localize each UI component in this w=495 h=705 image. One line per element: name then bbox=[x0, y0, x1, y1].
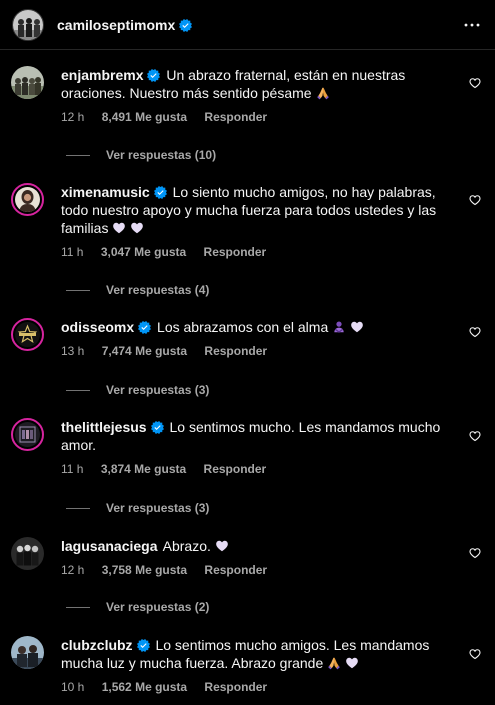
people-hugging-emoji-icon bbox=[332, 320, 346, 334]
verified-badge-icon bbox=[151, 421, 164, 434]
commenter-avatar bbox=[15, 422, 40, 447]
comment-meta: 11 h 3,874 Me gusta Responder bbox=[61, 461, 451, 477]
replies-divider-line bbox=[66, 607, 90, 608]
comment-meta: 12 h 8,491 Me gusta Responder bbox=[61, 109, 451, 125]
comment-text: Abrazo. bbox=[162, 538, 211, 554]
comment-text-block: odisseomx Los abrazamos con el alma bbox=[61, 318, 451, 336]
comment-meta: 11 h 3,047 Me gusta Responder bbox=[61, 244, 451, 260]
like-heart-icon[interactable] bbox=[469, 77, 481, 89]
commenter-avatar[interactable] bbox=[11, 636, 44, 669]
commenter-username-text[interactable]: enjambremx bbox=[61, 67, 143, 83]
white-heart-emoji-icon bbox=[345, 656, 359, 670]
comment-likes[interactable]: 3,047 Me gusta bbox=[101, 245, 186, 259]
commenter-username[interactable]: thelittlejesus bbox=[61, 419, 164, 435]
white-heart-emoji-icon bbox=[112, 221, 126, 235]
white-heart-emoji-icon bbox=[215, 539, 229, 553]
comment-likes[interactable]: 1,562 Me gusta bbox=[102, 680, 187, 694]
verified-badge-icon bbox=[138, 321, 151, 334]
view-replies-label[interactable]: Ver respuestas (3) bbox=[106, 501, 209, 515]
like-heart-icon[interactable] bbox=[469, 326, 481, 338]
comment-body: ximenamusic Lo siento mucho amigos, no h… bbox=[61, 183, 451, 260]
reply-button[interactable]: Responder bbox=[204, 245, 267, 259]
commenter-username-text[interactable]: odisseomx bbox=[61, 319, 134, 335]
comment-meta: 13 h 7,474 Me gusta Responder bbox=[61, 343, 451, 359]
verified-badge-icon bbox=[154, 186, 167, 199]
commenter-username-text[interactable]: ximenamusic bbox=[61, 184, 150, 200]
commenter-avatar-story-ring[interactable] bbox=[11, 183, 44, 216]
view-replies-label[interactable]: Ver respuestas (2) bbox=[106, 600, 209, 614]
commenter-avatar bbox=[15, 322, 40, 347]
comment-meta: 10 h 1,562 Me gusta Responder bbox=[61, 679, 451, 695]
comment-body: clubzclubz Lo sentimos mucho amigos. Les… bbox=[61, 636, 451, 695]
commenter-avatar[interactable] bbox=[11, 537, 44, 570]
post-author-avatar[interactable] bbox=[12, 9, 44, 41]
more-options-icon[interactable] bbox=[463, 16, 481, 34]
comment-body: odisseomx Los abrazamos con el alma 13 h… bbox=[61, 318, 451, 359]
commenter-username[interactable]: lagusanaciega bbox=[61, 538, 158, 554]
folded-hands-emoji-icon bbox=[316, 86, 330, 100]
comment-time[interactable]: 11 h bbox=[61, 462, 83, 476]
white-heart-emoji-icon bbox=[130, 221, 144, 235]
comment-text-block: thelittlejesus Lo sentimos mucho. Les ma… bbox=[61, 418, 451, 454]
commenter-avatar-story-ring[interactable] bbox=[11, 318, 44, 351]
commenter-avatar-story-ring[interactable] bbox=[11, 418, 44, 451]
post-author-username[interactable]: camiloseptimomx bbox=[57, 17, 192, 33]
comment-meta: 12 h 3,758 Me gusta Responder bbox=[61, 562, 451, 578]
reply-button[interactable]: Responder bbox=[204, 462, 267, 476]
verified-badge-icon bbox=[147, 69, 160, 82]
reply-button[interactable]: Responder bbox=[204, 680, 267, 694]
comment-likes[interactable]: 3,758 Me gusta bbox=[102, 563, 187, 577]
reply-button[interactable]: Responder bbox=[204, 344, 267, 358]
view-replies-label[interactable]: Ver respuestas (4) bbox=[106, 283, 209, 297]
comment-likes[interactable]: 3,874 Me gusta bbox=[101, 462, 186, 476]
like-heart-icon[interactable] bbox=[469, 648, 481, 660]
comment-text: Los abrazamos con el alma bbox=[157, 319, 329, 335]
replies-divider-line bbox=[66, 508, 90, 509]
commenter-username-text[interactable]: clubzclubz bbox=[61, 637, 133, 653]
replies-divider-line bbox=[66, 290, 90, 291]
comment-text-block: clubzclubz Lo sentimos mucho amigos. Les… bbox=[61, 636, 451, 672]
commenter-username-text[interactable]: thelittlejesus bbox=[61, 419, 147, 435]
post-header: camiloseptimomx bbox=[0, 0, 495, 50]
commenter-username[interactable]: ximenamusic bbox=[61, 184, 167, 200]
view-replies-label[interactable]: Ver respuestas (10) bbox=[106, 148, 216, 162]
commenter-avatar[interactable] bbox=[11, 66, 44, 99]
comment-time[interactable]: 10 h bbox=[61, 680, 84, 694]
commenter-avatar bbox=[15, 187, 40, 212]
comment-time[interactable]: 12 h bbox=[61, 563, 84, 577]
commenter-username[interactable]: clubzclubz bbox=[61, 637, 150, 653]
replies-divider-line bbox=[66, 155, 90, 156]
verified-badge-icon bbox=[137, 639, 150, 652]
commenter-username[interactable]: odisseomx bbox=[61, 319, 151, 335]
comment-time[interactable]: 12 h bbox=[61, 110, 84, 124]
folded-hands-emoji-icon bbox=[327, 656, 341, 670]
comment-body: lagusanaciega Abrazo. 12 h 3,758 Me gust… bbox=[61, 537, 451, 578]
comment-body: enjambremx Un abrazo fraternal, están en… bbox=[61, 66, 451, 125]
comment-text-block: ximenamusic Lo siento mucho amigos, no h… bbox=[61, 183, 451, 237]
view-replies-label[interactable]: Ver respuestas (3) bbox=[106, 383, 209, 397]
commenter-username[interactable]: enjambremx bbox=[61, 67, 160, 83]
verified-badge-icon bbox=[179, 19, 192, 32]
like-heart-icon[interactable] bbox=[469, 547, 481, 559]
comment-body: thelittlejesus Lo sentimos mucho. Les ma… bbox=[61, 418, 451, 477]
like-heart-icon[interactable] bbox=[469, 194, 481, 206]
comment-text-block: enjambremx Un abrazo fraternal, están en… bbox=[61, 66, 451, 102]
replies-divider-line bbox=[66, 390, 90, 391]
reply-button[interactable]: Responder bbox=[204, 563, 267, 577]
comment-likes[interactable]: 7,474 Me gusta bbox=[102, 344, 187, 358]
like-heart-icon[interactable] bbox=[469, 430, 481, 442]
reply-button[interactable]: Responder bbox=[204, 110, 267, 124]
post-author-username-text[interactable]: camiloseptimomx bbox=[57, 17, 175, 33]
white-heart-emoji-icon bbox=[350, 320, 364, 334]
comment-time[interactable]: 13 h bbox=[61, 344, 84, 358]
comment-text-block: lagusanaciega Abrazo. bbox=[61, 537, 451, 555]
comment-likes[interactable]: 8,491 Me gusta bbox=[102, 110, 187, 124]
comment-time[interactable]: 11 h bbox=[61, 245, 83, 259]
